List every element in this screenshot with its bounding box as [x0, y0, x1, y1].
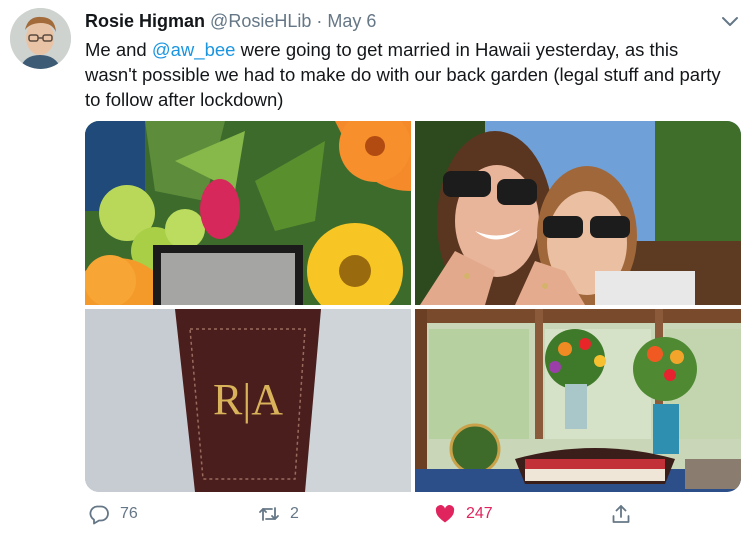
mention-link[interactable]: @aw_bee — [152, 39, 236, 60]
couple-selfie-image — [415, 121, 741, 305]
reply-button[interactable]: 76 — [88, 503, 138, 525]
leather-monogram-image: R|A — [85, 309, 411, 492]
reply-bubble-icon — [89, 505, 109, 525]
tweet-actions: 76 2 247 — [0, 503, 752, 531]
author-name[interactable]: Rosie Higman — [85, 11, 205, 31]
tweet-text-start: Me and — [85, 39, 152, 60]
photo-flowers[interactable] — [85, 121, 411, 305]
monogram-text: R|A — [213, 375, 283, 424]
tweet-date[interactable]: May 6 — [327, 11, 376, 31]
reply-count: 76 — [120, 505, 138, 522]
retweet-count: 2 — [290, 505, 299, 522]
separator-dot: · — [316, 11, 323, 31]
share-upload-icon — [612, 505, 630, 523]
retweet-icon — [259, 507, 279, 521]
media-grid: R|A — [85, 121, 741, 492]
tweet-text: Me and @aw_bee were going to get married… — [85, 37, 735, 112]
photo-couple-selfie[interactable] — [415, 121, 741, 305]
like-count: 247 — [466, 505, 493, 522]
like-button[interactable]: 247 — [434, 503, 493, 525]
author-avatar[interactable] — [10, 8, 71, 69]
tweet-header: Rosie Higman @RosieHLib · May 6 — [85, 9, 376, 33]
flowers-image — [85, 121, 411, 305]
photo-conservatory-cake[interactable] — [415, 309, 741, 492]
conservatory-cake-image — [415, 309, 741, 492]
share-button[interactable] — [610, 503, 632, 525]
photo-leather-monogram[interactable]: R|A — [85, 309, 411, 492]
avatar-portrait-image — [10, 8, 71, 69]
author-handle[interactable]: @RosieHLib — [210, 11, 311, 31]
heart-filled-icon — [435, 505, 455, 523]
retweet-button[interactable]: 2 — [258, 503, 299, 525]
chevron-down-icon[interactable] — [719, 10, 741, 32]
